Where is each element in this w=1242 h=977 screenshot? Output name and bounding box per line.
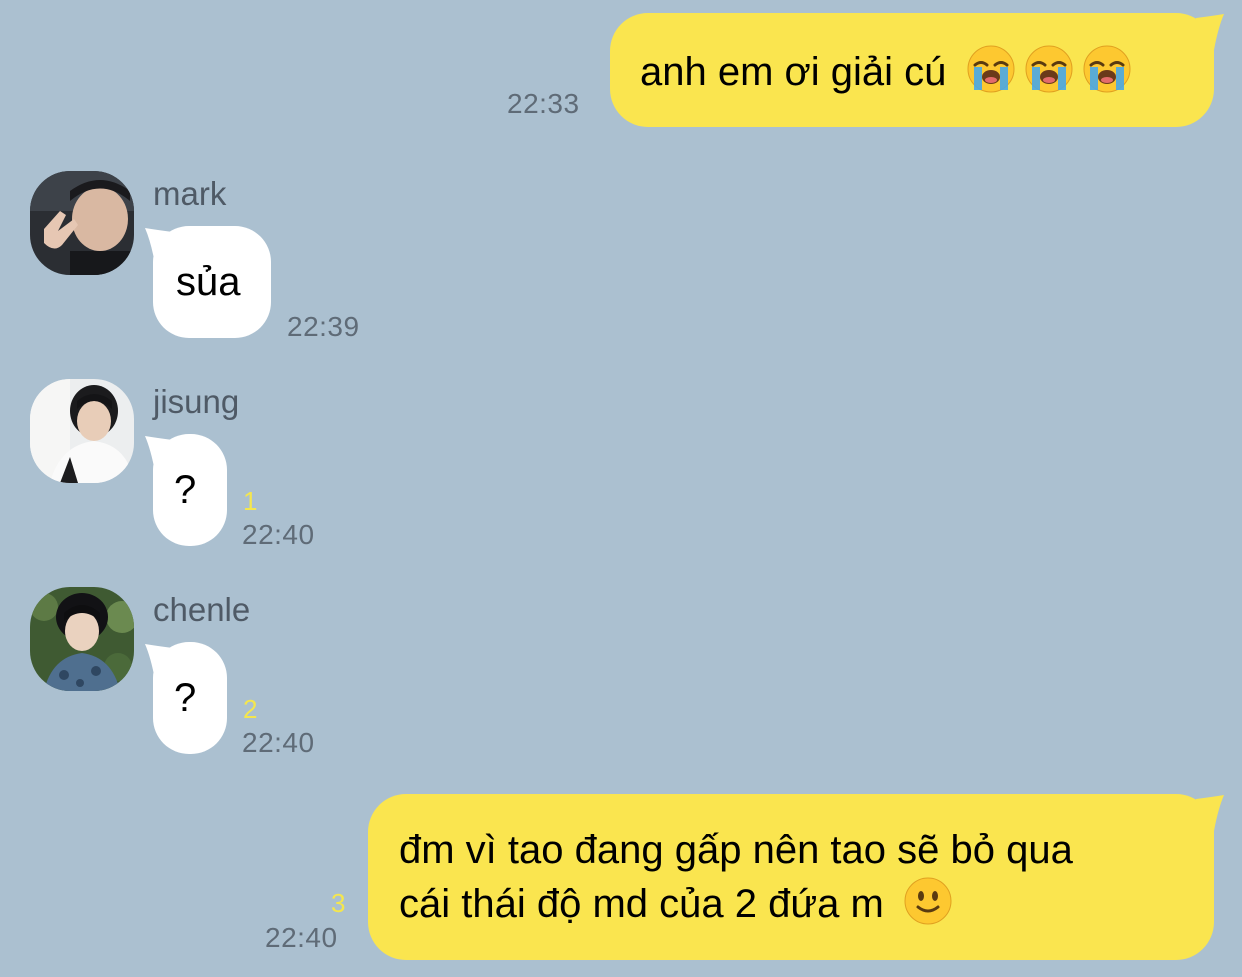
message-timestamp: 22:40 — [242, 727, 315, 758]
sender-name: jisung — [153, 383, 240, 420]
message-text: anh em ơi giải cú — [640, 50, 947, 94]
message-timestamp: 22:39 — [287, 311, 360, 342]
unread-count: 1 — [243, 486, 258, 516]
loudly-crying-face-icon — [1025, 45, 1073, 93]
outgoing-message-bubble[interactable]: đm vì tao đang gấp nên tao sẽ bỏ qua cái… — [368, 794, 1214, 960]
sender-name: chenle — [153, 591, 251, 628]
message-text-line: anh em ơi giải cú — [640, 44, 1214, 98]
message-text-line-2: cái thái độ md của 2 đứa m — [399, 876, 1214, 930]
incoming-bubble-tail — [145, 228, 173, 264]
incoming-bubble-tail — [145, 644, 173, 680]
avatar-jisung[interactable] — [30, 379, 134, 483]
message-text: ? — [174, 468, 197, 512]
unread-count: 3 — [331, 888, 346, 918]
incoming-bubble-tail — [145, 436, 173, 472]
avatar-chenle[interactable] — [30, 587, 134, 691]
outgoing-bubble-tail — [1196, 795, 1224, 831]
loudly-crying-face-icon — [967, 45, 1015, 93]
message-text: cái thái độ md của 2 đứa m — [399, 882, 884, 926]
message-text: sủa — [176, 260, 241, 304]
message-text: ? — [174, 676, 197, 720]
message-timestamp: 22:40 — [242, 519, 315, 550]
avatar-photo-jisung — [30, 379, 134, 483]
sender-name: mark — [153, 175, 227, 212]
message-timestamp: 22:33 — [507, 88, 580, 119]
outgoing-bubble-tail — [1196, 14, 1224, 50]
unread-count: 2 — [243, 694, 258, 724]
avatar-photo-mark — [30, 171, 134, 275]
avatar-mark[interactable] — [30, 171, 134, 275]
slightly-smiling-face-icon — [904, 877, 952, 925]
message-timestamp: 22:40 — [265, 922, 338, 953]
avatar-photo-chenle — [30, 587, 134, 691]
loudly-crying-face-icon — [1083, 45, 1131, 93]
message-text-line-1: đm vì tao đang gấp nên tao sẽ bỏ qua — [399, 828, 1073, 872]
outgoing-message-bubble[interactable]: anh em ơi giải cú — [610, 13, 1214, 127]
